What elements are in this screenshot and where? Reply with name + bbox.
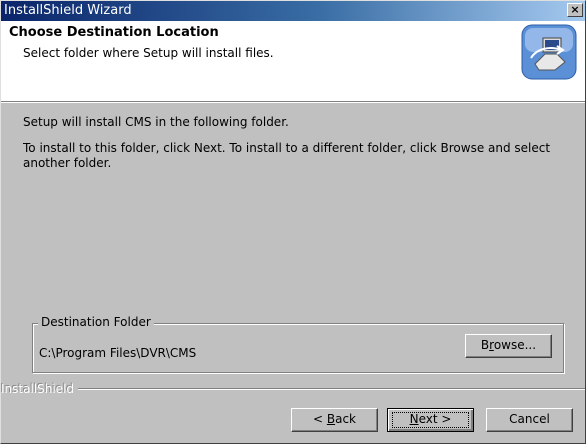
destination-folder-label: Destination Folder xyxy=(38,315,154,329)
close-icon: × xyxy=(570,3,580,16)
focus-ring xyxy=(392,412,469,428)
title-bar[interactable]: InstallShield Wizard × xyxy=(1,1,585,21)
page-subtitle: Select folder where Setup will install f… xyxy=(23,46,274,60)
close-button[interactable]: × xyxy=(567,3,583,17)
cancel-button[interactable]: Cancel xyxy=(486,408,573,432)
back-button[interactable]: < Back xyxy=(291,408,378,432)
header-divider-highlight xyxy=(1,102,585,103)
installshield-wizard-window: InstallShield Wizard × Choose Destinatio… xyxy=(0,0,586,444)
installer-computer-icon xyxy=(521,24,577,80)
window-title: InstallShield Wizard xyxy=(4,3,132,18)
install-info-text: Setup will install CMS in the following … xyxy=(23,115,289,129)
install-instructions-text: To install to this folder, click Next. T… xyxy=(23,141,551,170)
installshield-brand: InstallShield xyxy=(1,382,79,396)
wizard-header: Choose Destination Location Select folde… xyxy=(1,21,585,101)
next-button[interactable]: Next > xyxy=(387,408,474,432)
browse-button[interactable]: Browse... xyxy=(465,334,552,358)
destination-path: C:\Program Files\DVR\CMS xyxy=(39,346,197,360)
footer-divider-highlight xyxy=(1,389,585,390)
page-title: Choose Destination Location xyxy=(9,25,219,40)
